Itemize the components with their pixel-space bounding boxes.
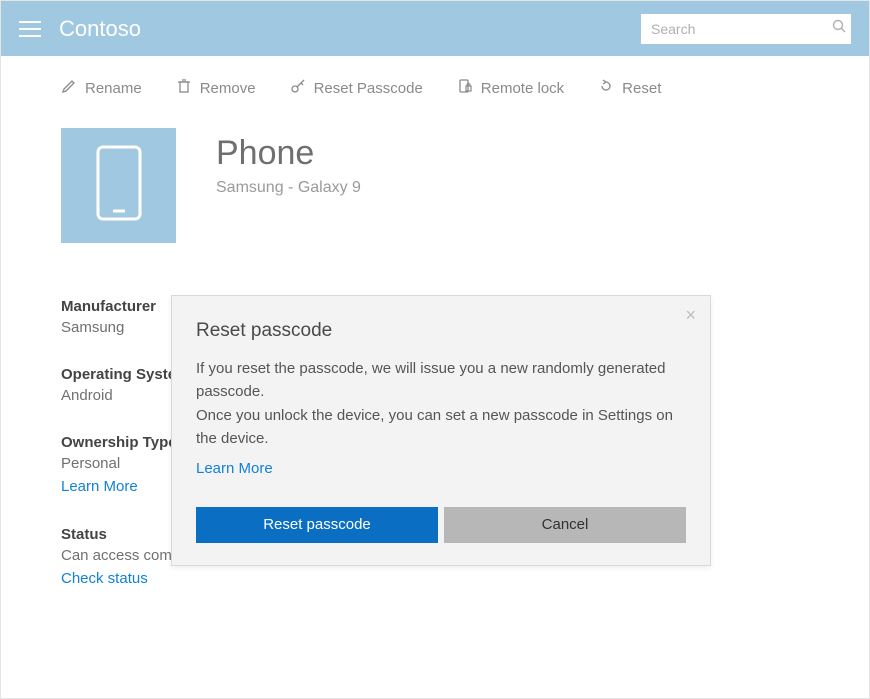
- search-icon[interactable]: [832, 19, 846, 38]
- menu-icon[interactable]: [19, 20, 41, 38]
- ownership-learn-more-link[interactable]: Learn More: [61, 478, 138, 495]
- device-subtitle: Samsung - Galaxy 9: [216, 179, 361, 197]
- dialog-body: If you reset the passcode, we will issue…: [196, 358, 686, 481]
- remove-button[interactable]: Remove: [176, 78, 256, 98]
- dialog-text-1: If you reset the passcode, we will issue…: [196, 358, 686, 403]
- brand-title: Contoso: [59, 16, 641, 42]
- trash-icon: [176, 78, 192, 98]
- remove-label: Remove: [200, 80, 256, 97]
- lock-device-icon: [457, 78, 473, 98]
- reset-passcode-label: Reset Passcode: [314, 80, 423, 97]
- remote-lock-label: Remote lock: [481, 80, 564, 97]
- app-window: Contoso Rename Remove Reset Passcode: [0, 0, 870, 699]
- device-tile: [61, 128, 176, 243]
- search-input[interactable]: [651, 21, 832, 37]
- device-title-block: Phone Samsung - Galaxy 9: [216, 128, 361, 197]
- phone-icon: [94, 143, 144, 228]
- reset-button[interactable]: Reset: [598, 78, 661, 98]
- check-status-link[interactable]: Check status: [61, 570, 148, 587]
- dialog-text-2: Once you unlock the device, you can set …: [196, 405, 686, 450]
- device-title: Phone: [216, 134, 361, 173]
- reset-label: Reset: [622, 80, 661, 97]
- close-icon[interactable]: ×: [685, 306, 696, 324]
- rename-button[interactable]: Rename: [61, 78, 142, 98]
- dialog-actions: Reset passcode Cancel: [196, 507, 686, 543]
- device-header: Phone Samsung - Galaxy 9: [61, 128, 809, 243]
- reset-passcode-confirm-button[interactable]: Reset passcode: [196, 507, 438, 543]
- dialog-learn-more-link[interactable]: Learn More: [196, 458, 273, 481]
- rename-label: Rename: [85, 80, 142, 97]
- reset-icon: [598, 78, 614, 98]
- key-icon: [290, 78, 306, 98]
- dialog-title: Reset passcode: [196, 320, 686, 342]
- reset-passcode-dialog: × Reset passcode If you reset the passco…: [171, 295, 711, 566]
- remote-lock-button[interactable]: Remote lock: [457, 78, 564, 98]
- cancel-button[interactable]: Cancel: [444, 507, 686, 543]
- pencil-icon: [61, 78, 77, 98]
- toolbar: Rename Remove Reset Passcode Remote lock…: [1, 56, 869, 118]
- search-box[interactable]: [641, 14, 851, 44]
- reset-passcode-button[interactable]: Reset Passcode: [290, 78, 423, 98]
- header-bar: Contoso: [1, 1, 869, 56]
